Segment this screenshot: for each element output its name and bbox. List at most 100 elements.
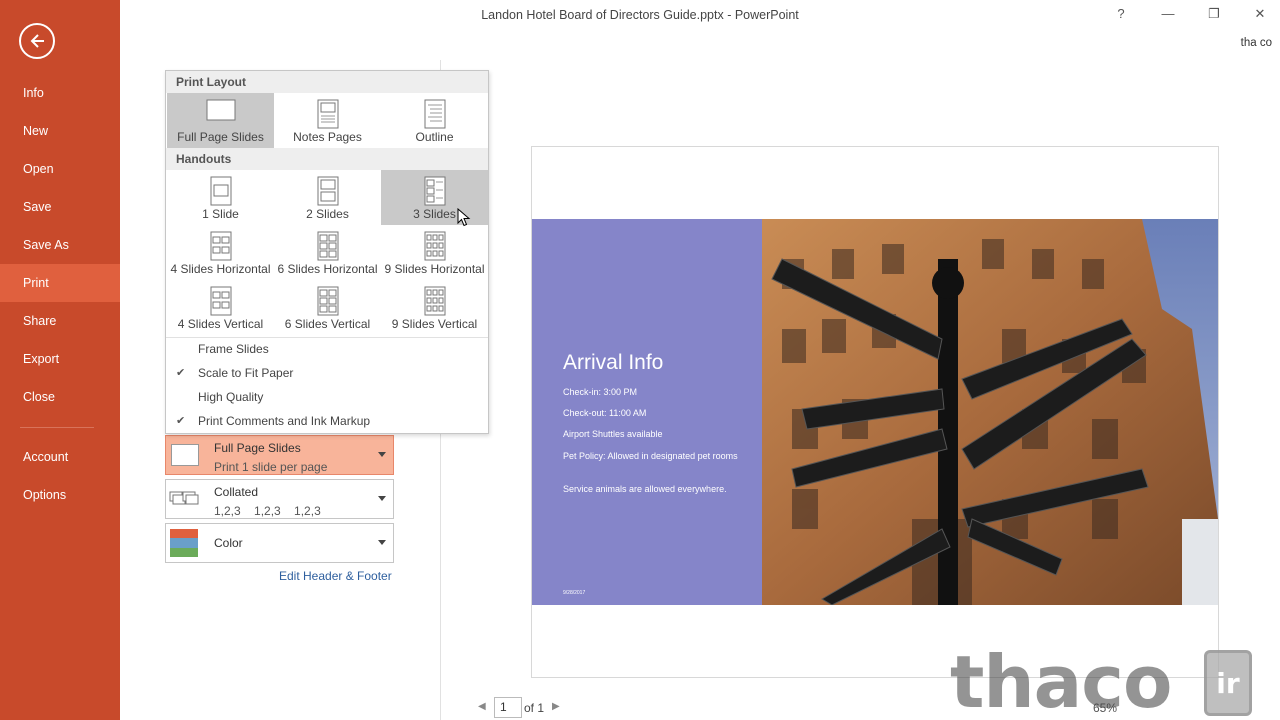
minimize-button[interactable]: —	[1156, 4, 1180, 24]
slide-title: Arrival Info	[563, 351, 664, 374]
chevron-down-icon	[378, 452, 386, 457]
handout-9-horizontal-icon	[424, 231, 445, 261]
print-layout-dropdown[interactable]: Full Page Slides Print 1 slide per page	[165, 435, 394, 475]
layout-full-page-slides[interactable]: Full Page Slides	[167, 93, 274, 148]
handout-9-slides-vertical[interactable]: 9 Slides Vertical	[381, 280, 488, 335]
option-high-quality[interactable]: High Quality	[166, 385, 488, 409]
slide-line: Check-out: 11:00 AM	[563, 408, 647, 418]
handout-6-horizontal-icon	[317, 231, 338, 261]
nav-open[interactable]: Open	[0, 150, 120, 188]
page-count-label: of 1	[524, 701, 545, 715]
handout-4-slides-vertical[interactable]: 4 Slides Vertical	[167, 280, 274, 335]
watermark-badge: ir	[1204, 650, 1252, 716]
back-button[interactable]	[19, 23, 55, 59]
print-layout-header: Print Layout	[166, 71, 488, 93]
slide-line: Service animals are allowed everywhere.	[563, 484, 727, 494]
option-label: High Quality	[198, 390, 264, 404]
nav-share[interactable]: Share	[0, 302, 120, 340]
handout-label: 9 Slides Horizontal	[384, 262, 485, 276]
checkmark-icon: ✔	[176, 367, 186, 379]
layout-notes-pages[interactable]: Notes Pages	[274, 93, 381, 148]
layout-label: Full Page Slides	[177, 130, 264, 144]
slide-line: Check-in: 3:00 PM	[563, 387, 638, 397]
option-frame-slides[interactable]: Frame Slides	[166, 337, 488, 361]
previous-page-icon[interactable]: ◀	[478, 701, 486, 712]
slide-preview: Arrival Info Check-in: 3:00 PM Check-out…	[532, 219, 1218, 605]
collation-subtitle: 1,2,3 1,2,3 1,2,3	[214, 504, 321, 518]
handout-1-slide-icon	[210, 176, 231, 206]
handout-label: 6 Slides Vertical	[284, 317, 371, 331]
nav-options[interactable]: Options	[0, 476, 120, 514]
nav-save-as[interactable]: Save As	[0, 226, 120, 264]
handout-label: 4 Slides Vertical	[177, 317, 264, 331]
slide-line: Pet Policy: Allowed in designated pet ro…	[563, 451, 738, 461]
option-label: Frame Slides	[198, 342, 269, 356]
edit-header-footer-link[interactable]: Edit Header & Footer	[279, 569, 392, 583]
backstage-sidebar: Info New Open Save Save As Print Share E…	[0, 0, 120, 720]
handout-9-vertical-icon	[424, 286, 445, 316]
handout-4-vertical-icon	[210, 286, 231, 316]
color-dropdown[interactable]: Color	[165, 523, 394, 563]
slide-line: Airport Shuttles available	[563, 429, 663, 439]
handout-6-slides-horizontal[interactable]: 6 Slides Horizontal	[274, 225, 381, 280]
help-button[interactable]: ?	[1109, 4, 1133, 24]
handout-2-slides-icon	[317, 176, 338, 206]
collation-title: Collated	[214, 485, 259, 499]
nav-new[interactable]: New	[0, 112, 120, 150]
handout-9-slides-horizontal[interactable]: 9 Slides Horizontal	[381, 225, 488, 280]
window-title: Landon Hotel Board of Directors Guide.pp…	[481, 8, 799, 22]
nav-divider	[20, 427, 94, 428]
print-preview-page: Arrival Info Check-in: 3:00 PM Check-out…	[531, 146, 1219, 678]
handout-label: 1 Slide	[202, 207, 239, 221]
handout-label: 3 Slides	[413, 207, 456, 221]
layout-label: Outline	[415, 130, 454, 144]
nav-info[interactable]: Info	[0, 74, 120, 112]
nav-save[interactable]: Save	[0, 188, 120, 226]
collated-icon	[169, 491, 199, 505]
print-layout-menu: Print Layout Full Page Slides Notes Page…	[165, 70, 489, 434]
nav-print[interactable]: Print	[0, 264, 120, 302]
full-page-slide-icon	[171, 444, 199, 466]
nav-close[interactable]: Close	[0, 378, 120, 416]
outline-icon	[424, 99, 445, 129]
handout-4-slides-horizontal[interactable]: 4 Slides Horizontal	[167, 225, 274, 280]
option-label: Scale to Fit Paper	[198, 366, 294, 380]
handout-label: 2 Slides	[306, 207, 349, 221]
full-page-slide-icon	[206, 99, 235, 121]
option-print-comments[interactable]: ✔ Print Comments and Ink Markup	[166, 409, 488, 433]
next-page-icon[interactable]: ▶	[552, 701, 560, 712]
hotel-signpost-photo	[762, 219, 1218, 605]
handout-3-slides[interactable]: 3 Slides	[381, 170, 488, 225]
restore-button[interactable]: ❐	[1202, 4, 1226, 24]
current-page-input[interactable]: 1	[494, 697, 522, 718]
handout-1-slide[interactable]: 1 Slide	[167, 170, 274, 225]
watermark-logo: thaco	[950, 640, 1172, 720]
slide-text-panel: Arrival Info Check-in: 3:00 PM Check-out…	[532, 219, 762, 605]
close-window-button[interactable]: ✕	[1248, 4, 1272, 24]
handout-label: 9 Slides Vertical	[391, 317, 478, 331]
layout-outline[interactable]: Outline	[381, 93, 488, 148]
nav-account[interactable]: Account	[0, 438, 120, 476]
handout-2-slides[interactable]: 2 Slides	[274, 170, 381, 225]
handout-label: 6 Slides Horizontal	[277, 262, 378, 276]
print-layout-subtitle: Print 1 slide per page	[214, 460, 328, 474]
handout-4-horizontal-icon	[210, 231, 231, 261]
mouse-cursor-icon	[457, 208, 471, 227]
handout-6-slides-vertical[interactable]: 6 Slides Vertical	[274, 280, 381, 335]
option-scale-to-fit-paper[interactable]: ✔ Scale to Fit Paper	[166, 361, 488, 385]
collation-dropdown[interactable]: Collated 1,2,3 1,2,3 1,2,3	[165, 479, 394, 519]
nav-export[interactable]: Export	[0, 340, 120, 378]
handout-6-vertical-icon	[317, 286, 338, 316]
handout-3-slides-icon	[424, 176, 445, 206]
slide-date: 9/28/2017	[563, 590, 586, 596]
color-title: Color	[214, 536, 243, 550]
notes-pages-icon	[317, 99, 338, 129]
account-name[interactable]: tha co	[1241, 37, 1272, 49]
handout-label: 4 Slides Horizontal	[170, 262, 271, 276]
checkmark-icon: ✔	[176, 415, 186, 427]
color-icon	[170, 529, 198, 557]
back-arrow-icon	[30, 34, 44, 48]
chevron-down-icon	[378, 540, 386, 545]
title-bar: Landon Hotel Board of Directors Guide.pp…	[120, 0, 1280, 30]
layout-label: Notes Pages	[293, 130, 362, 144]
